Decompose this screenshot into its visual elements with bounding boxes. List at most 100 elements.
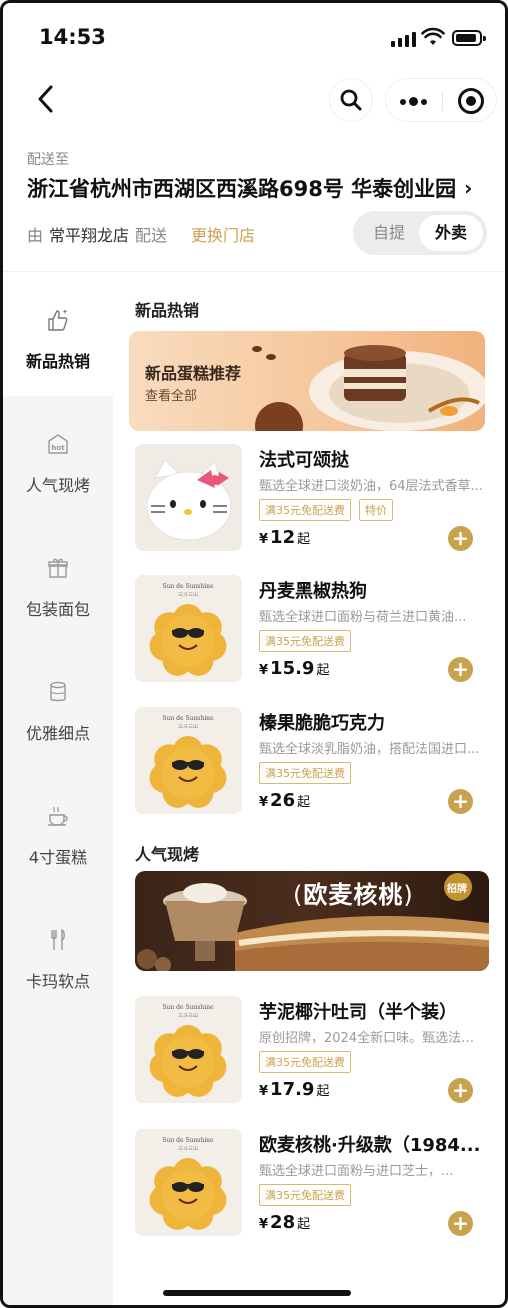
product-price: ¥ 15.9 起 [259, 658, 329, 679]
address-text: 浙江省杭州市西湖区西溪路698号 华泰创业园 [27, 177, 457, 201]
cutlery-icon [51, 928, 65, 950]
mini-program-capsule [385, 78, 497, 122]
sidebar-item-label: 卡玛软点 [25, 972, 90, 991]
back-icon[interactable] [29, 81, 65, 117]
sunshine-bun-image: Sun de Sunshine三斗三山 [135, 575, 242, 682]
price-suffix: 起 [297, 1217, 311, 1232]
currency-symbol: ¥ [259, 1217, 269, 1232]
price-value: 15.9 [270, 658, 315, 679]
hot-drink-icon [48, 806, 68, 826]
add-to-cart-button[interactable]: + [448, 1078, 473, 1103]
category-sidebar: 新品热销 hot 人气现烤 包装面包 优雅细点 4寸蛋糕 卡玛软点 [3, 272, 113, 1305]
product-desc: 甄选全球进口面粉与进口芝士，... [259, 1164, 454, 1179]
product-tags: 满35元免配送费 [259, 1051, 351, 1073]
sidebar-item-label: 新品热销 [25, 352, 90, 371]
product-card[interactable]: Sun de Sunshine 三斗三山 欧麦核桃·升级款（1984... 甄选全… [135, 1129, 485, 1237]
section-title-popular-baked: 人气现烤 [135, 845, 200, 864]
currency-symbol: ¥ [259, 532, 269, 547]
sunshine-bun-image: Sun de Sunshine三斗三山 [135, 996, 242, 1103]
price-value: 17.9 [270, 1079, 315, 1100]
product-card[interactable]: 法式可颂挞 甄选全球进口淡奶油，64层法式香草... 满35元免配送费 特价 ¥… [135, 444, 485, 552]
product-desc: 甄选全球进口淡奶油，64层法式香草... [259, 479, 483, 494]
free-delivery-tag: 满35元免配送费 [259, 630, 351, 652]
free-delivery-tag: 满35元免配送费 [259, 1184, 351, 1206]
search-button[interactable] [329, 78, 373, 122]
banner-subtitle[interactable]: 查看全部 [145, 385, 197, 404]
add-to-cart-button[interactable]: + [448, 657, 473, 682]
hello-kitty-cake-image [146, 459, 232, 541]
sidebar-item-popular-baked[interactable]: hot 人气现烤 [3, 396, 113, 520]
sidebar-item-new-hot[interactable]: 新品热销 [3, 272, 113, 396]
sidebar-item-label: 优雅细点 [25, 724, 90, 743]
status-bar: 14:53 [3, 3, 505, 73]
pickup-option[interactable]: 自提 [357, 215, 421, 251]
sidebar-item-elegant-pastry[interactable]: 优雅细点 [3, 644, 113, 768]
section-title-new-hot: 新品热销 [135, 301, 200, 320]
sidebar-item-4inch-cake[interactable]: 4寸蛋糕 [3, 768, 113, 892]
brand-mark-line2: 三斗三山 [178, 1012, 198, 1019]
new-cake-banner[interactable]: 新品蛋糕推荐 查看全部 [129, 331, 485, 431]
product-card[interactable]: Sun de Sunshine 三斗三山 丹麦黑椒热狗 甄选全球进口面粉与荷兰进口… [135, 575, 485, 683]
close-target-icon[interactable] [458, 88, 484, 114]
by-label: 由 [27, 226, 44, 245]
currency-symbol: ¥ [259, 1084, 269, 1099]
brand-mark-line2: 三斗三山 [178, 723, 198, 730]
add-to-cart-button[interactable]: + [448, 789, 473, 814]
product-price: ¥ 26 起 [259, 790, 310, 811]
free-delivery-tag: 满35元免配送费 [259, 762, 351, 784]
currency-symbol: ¥ [259, 663, 269, 678]
product-image: Sun de Sunshine 三斗三山 [135, 707, 242, 814]
walnut-banner-title-text: 欧麦核桃 [303, 881, 404, 909]
product-card[interactable]: Sun de Sunshine 三斗三山 芋泥椰汁吐司（半个装） 原创招牌，202… [135, 996, 485, 1104]
brand-mark-line1: Sun de Sunshine [162, 583, 214, 590]
product-name: 榛果脆脆巧克力 [259, 713, 385, 734]
deliver-to-label: 配送至 [27, 152, 69, 168]
add-to-cart-button[interactable]: + [448, 1211, 473, 1236]
product-name: 欧麦核桃·升级款（1984... [259, 1135, 481, 1156]
delivery-address[interactable]: 浙江省杭州市西湖区西溪路698号 华泰创业园 › [27, 173, 472, 203]
product-image: Sun de Sunshine 三斗三山 [135, 575, 242, 682]
hot-oven-icon: hot [48, 434, 68, 454]
price-value: 12 [270, 527, 296, 548]
product-desc: 甄选全球进口面粉与荷兰进口黄油... [259, 610, 467, 625]
home-indicator[interactable] [163, 1290, 351, 1296]
more-icon[interactable] [400, 97, 427, 106]
sidebar-item-packaged-bread[interactable]: 包装面包 [3, 520, 113, 644]
store-name: 常平翔龙店 [49, 226, 130, 245]
price-suffix: 起 [297, 532, 311, 547]
product-image [135, 444, 242, 551]
walnut-banner-title: (欧麦核桃) [293, 881, 414, 909]
chevron-right-icon: › [464, 176, 473, 200]
product-tags: 满35元免配送费 [259, 1184, 351, 1206]
product-name: 芋泥椰汁吐司（半个装） [259, 1002, 457, 1023]
change-store-link[interactable]: 更换门店 [191, 222, 255, 246]
price-suffix: 起 [316, 1084, 330, 1099]
product-tags: 满35元免配送费 [259, 762, 351, 784]
product-tags: 满35元免配送费 [259, 630, 351, 652]
wifi-icon [421, 27, 445, 45]
brand-mark-line1: Sun de Sunshine [162, 1004, 214, 1011]
walnut-bread-banner[interactable]: (欧麦核桃) 招牌 [135, 871, 489, 971]
sunshine-bun-image: Sun de Sunshine三斗三山 [135, 707, 242, 814]
sidebar-item-kama-soft[interactable]: 卡玛软点 [3, 892, 113, 1016]
thumbs-up-icon [48, 309, 68, 331]
product-image: Sun de Sunshine 三斗三山 [135, 996, 242, 1103]
status-time: 14:53 [39, 25, 106, 49]
product-tags: 满35元免配送费 特价 [259, 499, 393, 521]
banner-title: 新品蛋糕推荐 [145, 364, 242, 383]
price-value: 26 [270, 790, 296, 811]
delivery-option[interactable]: 外卖 [419, 215, 483, 251]
product-name: 丹麦黑椒热狗 [259, 581, 367, 602]
price-suffix: 起 [297, 795, 311, 810]
product-price: ¥ 17.9 起 [259, 1079, 329, 1100]
price-value: 28 [270, 1212, 296, 1233]
brand-mark-line1: Sun de Sunshine [162, 715, 214, 722]
product-desc: 原创招牌，2024全新口味。甄选法国... [259, 1031, 485, 1046]
sidebar-item-label: 人气现烤 [25, 476, 90, 495]
jar-icon [50, 681, 66, 702]
product-card[interactable]: Sun de Sunshine 三斗三山 榛果脆脆巧克力 甄选全球淡乳脂奶油，搭配… [135, 707, 485, 815]
battery-icon [452, 30, 486, 46]
add-to-cart-button[interactable]: + [448, 526, 473, 551]
product-image: Sun de Sunshine 三斗三山 [135, 1129, 242, 1236]
signature-badge: 招牌 [447, 884, 467, 895]
